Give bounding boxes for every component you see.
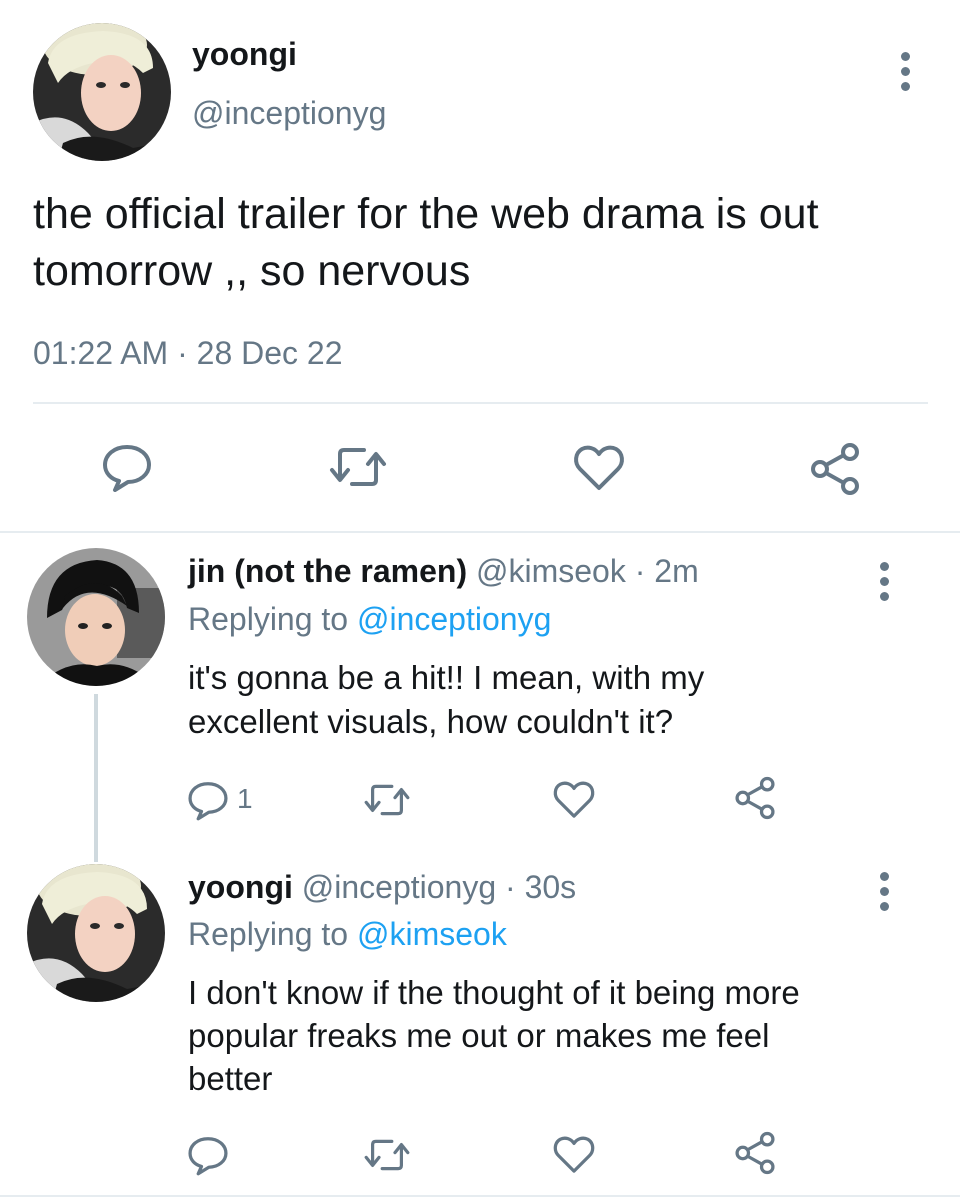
reply-author-handle[interactable]: @inceptionyg [302, 869, 496, 905]
reply-author-name[interactable]: jin (not the ramen) [188, 553, 467, 589]
share-icon[interactable] [733, 1131, 777, 1175]
reply-header: jin (not the ramen) @kimseok · 2m [188, 553, 699, 590]
section-divider [0, 531, 960, 533]
avatar-yoongi[interactable] [27, 864, 165, 1002]
tweet-text-line: the official trailer for the web drama i… [33, 190, 819, 238]
avatar-yoongi[interactable] [33, 23, 171, 161]
like-icon[interactable] [552, 1133, 596, 1175]
reply-age: · 2m [634, 553, 699, 589]
replying-to: Replying to @kimseok [188, 916, 507, 953]
author-name[interactable]: yoongi [192, 36, 297, 73]
reply-age: · 30s [505, 869, 577, 905]
reply-text-line: I don't know if the thought of it being … [188, 974, 800, 1011]
avatar-jin[interactable] [27, 548, 165, 686]
thread-connector [94, 694, 98, 862]
reply-author-name[interactable]: yoongi [188, 869, 293, 905]
replying-to: Replying to @inceptionyg [188, 601, 551, 638]
replying-to-label: Replying to [188, 916, 349, 952]
more-options-icon[interactable] [880, 872, 889, 917]
bottom-divider [0, 1195, 960, 1197]
reply-text-line: excellent visuals, how couldn't it? [188, 703, 674, 740]
replying-to-label: Replying to [188, 601, 349, 637]
reply-text-line: popular freaks me out or makes me feel [188, 1017, 770, 1054]
replying-to-link[interactable]: @kimseok [357, 916, 507, 952]
reply-icon[interactable] [186, 1133, 230, 1177]
author-handle[interactable]: @inceptionyg [192, 95, 386, 132]
reply-text-line: it's gonna be a hit!! I mean, with my [188, 659, 705, 696]
more-options-icon[interactable] [880, 562, 889, 607]
retweet-icon[interactable] [363, 1135, 411, 1175]
reply-count: 1 [237, 783, 253, 814]
reply-icon[interactable] [100, 440, 154, 494]
retweet-icon[interactable] [363, 780, 411, 820]
divider [33, 402, 928, 404]
reply-header: yoongi @inceptionyg · 30s [188, 869, 576, 906]
reply-author-handle[interactable]: @kimseok [476, 553, 626, 589]
tweet-text-line: tomorrow ,, so nervous [33, 247, 471, 295]
tweet-timestamp[interactable]: 01:22 AM · 28 Dec 22 [33, 335, 343, 372]
like-icon[interactable] [552, 778, 596, 820]
share-icon[interactable] [733, 776, 777, 820]
reply-text-line: better [188, 1060, 273, 1097]
replying-to-link[interactable]: @inceptionyg [357, 601, 551, 637]
retweet-icon[interactable] [328, 442, 388, 492]
share-icon[interactable] [808, 442, 862, 496]
like-icon[interactable] [572, 442, 626, 492]
reply-icon[interactable] [186, 778, 230, 822]
more-options-icon[interactable] [901, 52, 910, 97]
